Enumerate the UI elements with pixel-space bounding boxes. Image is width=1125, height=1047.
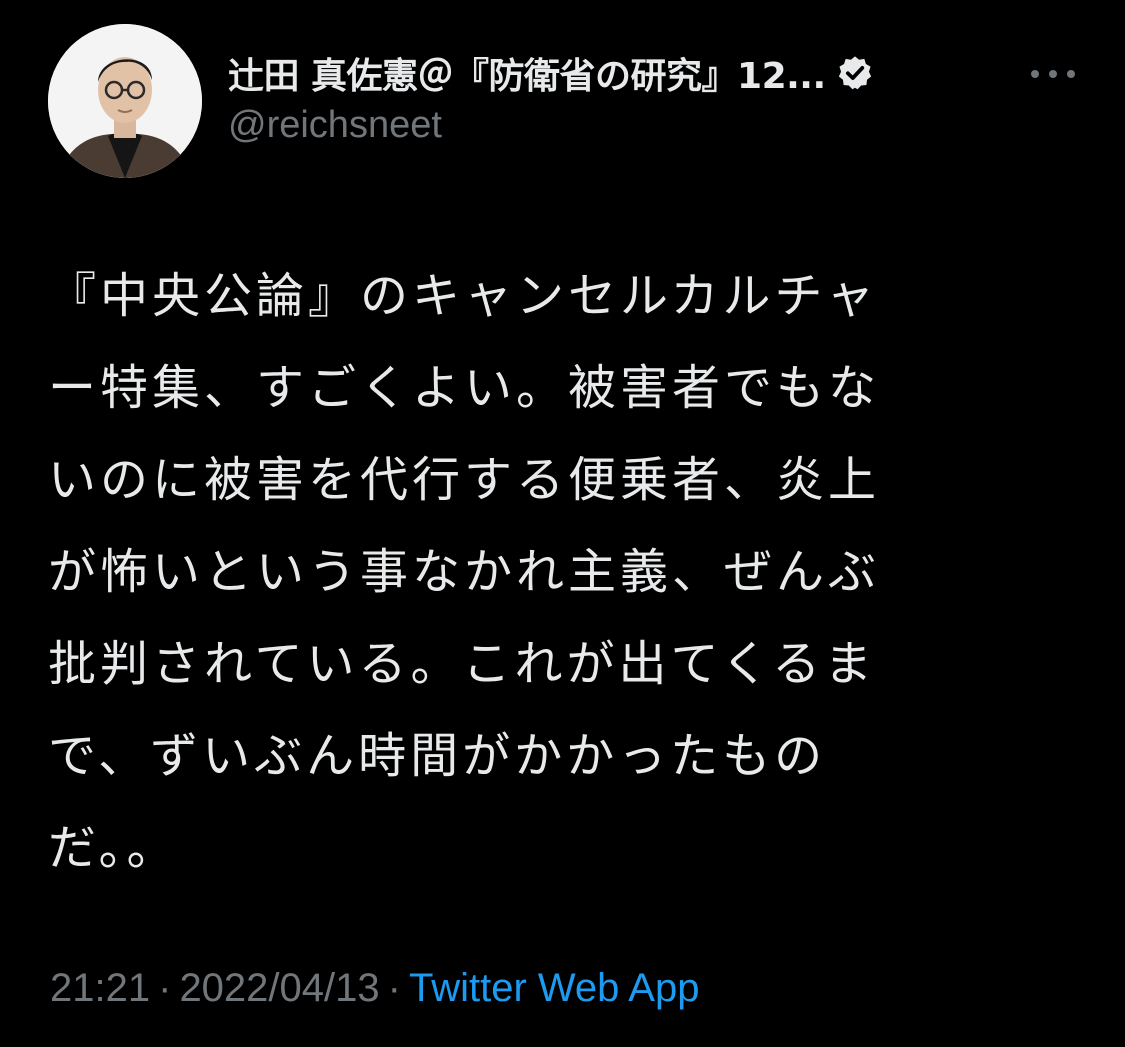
tweet-date[interactable]: 2022/04/13 <box>179 966 379 1010</box>
tweet-source-link[interactable]: Twitter Web App <box>409 966 700 1010</box>
tweet-metadata: 21:21 · 2022/04/13 · Twitter Web App <box>50 966 699 1011</box>
tweet-text-line: だ。。 <box>48 820 179 876</box>
tweet-text-line: いのに被害を代行する便乗者、炎上 <box>48 452 881 508</box>
avatar[interactable] <box>48 24 202 178</box>
meta-separator: · <box>387 966 401 1010</box>
tweet-detail: 辻田 真佐憲＠『防衛省の研究』12... @reichsneet 『中央公論』の… <box>0 0 1125 1047</box>
display-name-row: 辻田 真佐憲＠『防衛省の研究』12... <box>228 46 988 100</box>
user-names: 辻田 真佐憲＠『防衛省の研究』12... @reichsneet <box>228 46 988 147</box>
tweet-text-line: 批判されている。これが出てくるま <box>48 636 877 692</box>
tweet-text-line: で、ずいぶん時間がかかったもの <box>48 728 827 784</box>
more-options-icon[interactable] <box>1028 62 1078 86</box>
tweet-header: 辻田 真佐憲＠『防衛省の研究』12... @reichsneet <box>48 24 1088 184</box>
verified-badge-icon <box>838 56 871 90</box>
tweet-text-line: 『中央公論』のキャンセルカルチャ <box>48 268 879 324</box>
user-handle[interactable]: @reichsneet <box>228 104 988 147</box>
tweet-text-line: ー特集、すごくよい。被害者でもな <box>48 360 881 416</box>
display-name[interactable]: 辻田 真佐憲＠『防衛省の研究』12... <box>228 47 826 99</box>
tweet-text-line: が怖いという事なかれ主義、ぜんぶ <box>48 544 881 600</box>
tweet-text: 『中央公論』のキャンセルカルチャ ー特集、すごくよい。被害者でもな いのに被害を代行… <box>48 250 1068 894</box>
tweet-time[interactable]: 21:21 <box>50 966 150 1010</box>
avatar-photo-icon <box>48 24 202 178</box>
meta-separator: · <box>158 966 172 1010</box>
